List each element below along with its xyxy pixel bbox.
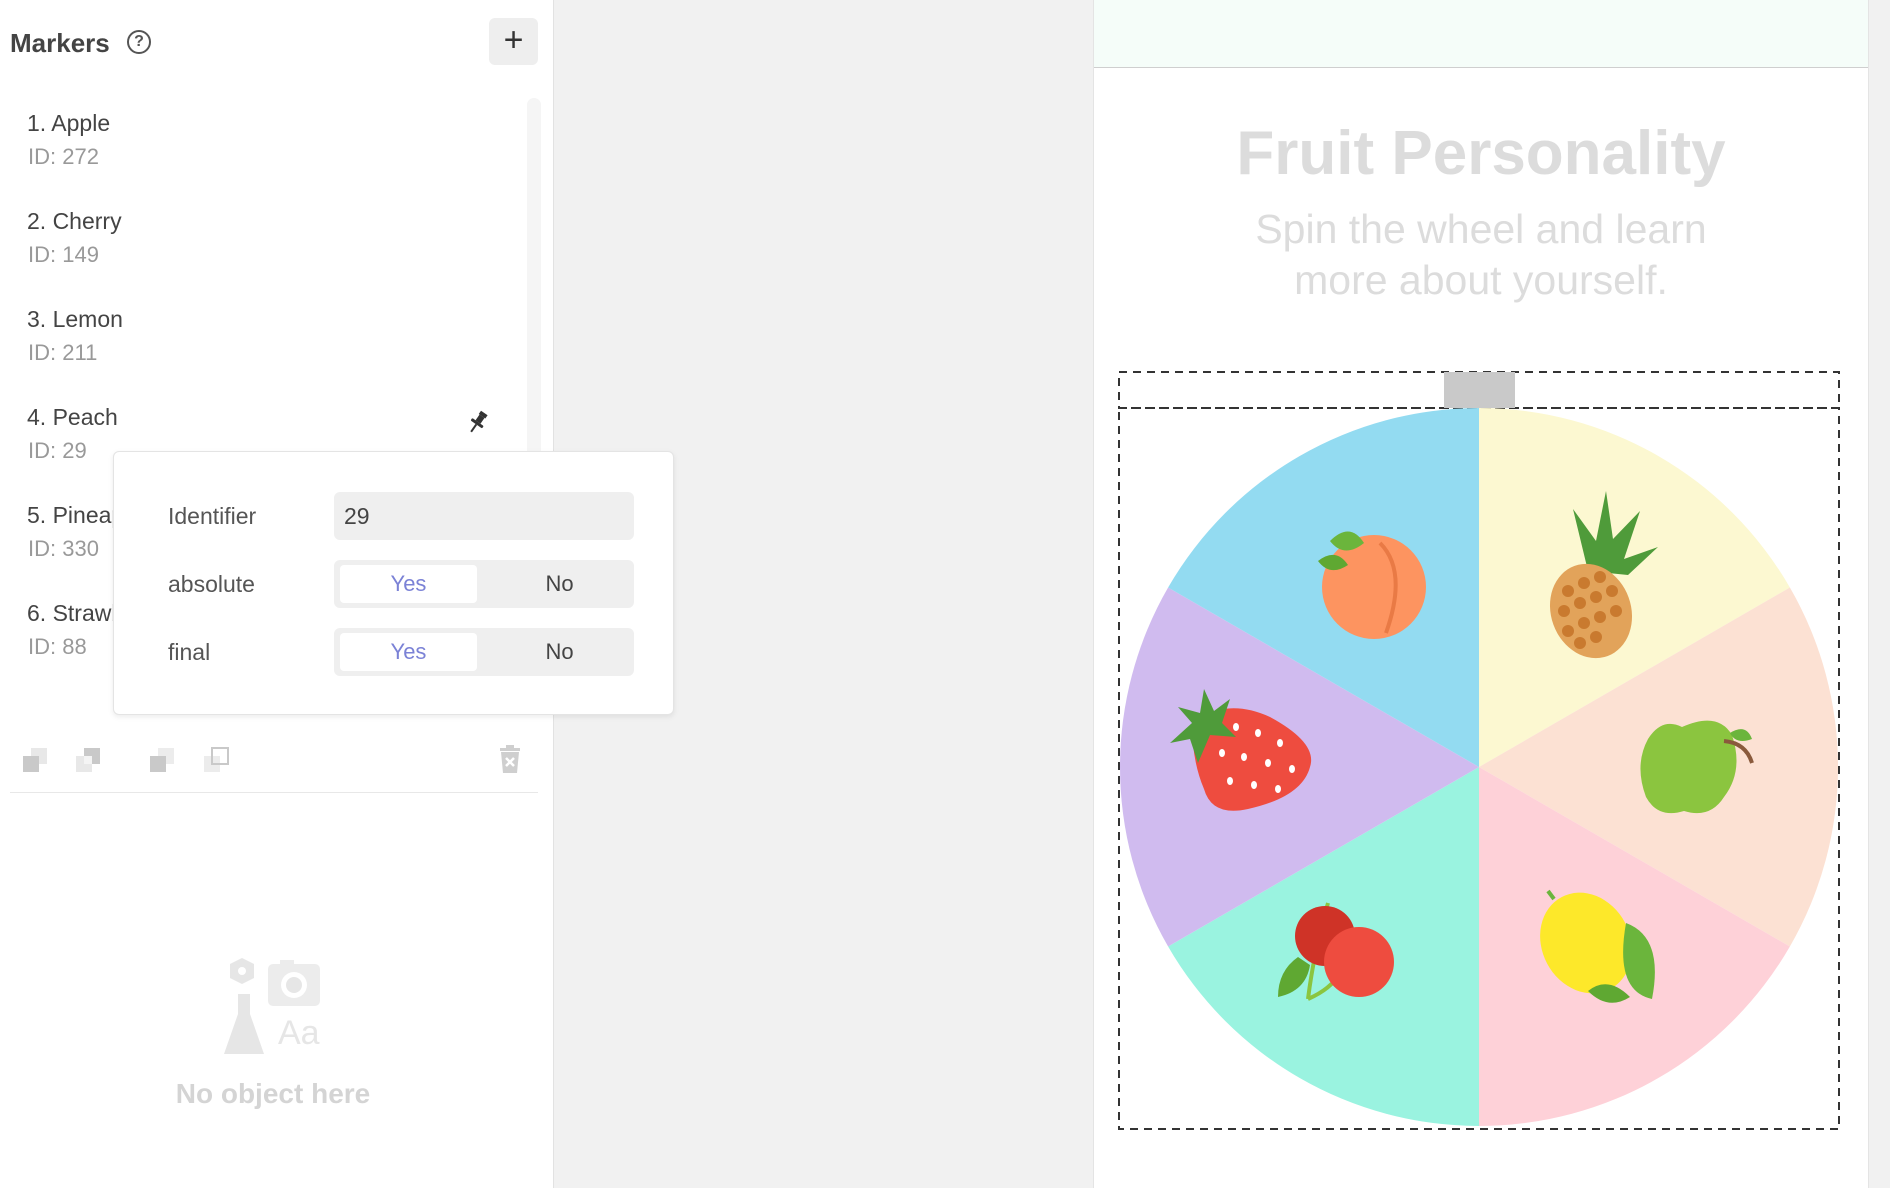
marker-settings-popover: Identifier 29 absolute Yes No final Yes … [113,451,674,715]
layer-toolbar [10,738,538,793]
marker-item-cherry[interactable]: 2. Cherry ID: 149 [0,196,520,294]
panel-title: Markers [10,28,110,58]
marker-name: 2. Cherry [27,208,122,234]
marker-name: 1. Apple [27,110,111,136]
preview-title: Fruit Personality [1236,119,1726,188]
marker-id: ID: 211 [28,340,98,365]
objects-placeholder-icon: Aa [224,958,320,1054]
send-to-back-icon[interactable] [20,742,54,776]
marker-id: ID: 272 [28,144,99,169]
marker-name: 6. Strawb [27,600,125,626]
identifier-label: Identifier [168,503,257,529]
marker-name: 4. Peach [27,404,118,430]
empty-state: Aa No object here [0,950,553,1130]
wheel-pointer[interactable] [1444,372,1515,408]
marker-id: ID: 88 [28,634,87,659]
marker-id: ID: 149 [28,242,99,267]
final-toggle: Yes No [334,628,634,676]
preview-header-bar [1094,0,1868,68]
marker-id: ID: 330 [28,536,99,561]
marker-item-apple[interactable]: 1. Apple ID: 272 [0,98,520,196]
absolute-label: absolute [168,571,255,597]
svg-text:Aa: Aa [278,1014,320,1052]
plus-icon: + [503,21,524,59]
absolute-yes-option[interactable]: Yes [340,565,477,603]
marker-id: ID: 29 [28,438,87,463]
wheel-svg[interactable] [1118,371,1840,1130]
absolute-toggle: Yes No [334,560,634,608]
wheel-frame[interactable] [1118,371,1840,1130]
preview-subtitle: Spin the wheel and learn more about your… [1255,206,1707,303]
send-backward-icon[interactable] [73,742,107,776]
panel-header: Markers ? + [10,18,540,68]
add-marker-button[interactable]: + [489,18,538,65]
marker-item-lemon[interactable]: 3. Lemon ID: 211 [0,294,520,392]
bring-to-front-icon[interactable] [201,742,235,776]
identifier-input[interactable]: 29 [334,492,634,540]
pin-icon[interactable] [464,408,492,436]
marker-name: 3. Lemon [27,306,123,332]
help-icon[interactable]: ? [127,30,151,54]
marker-name: 5. Pineap [27,502,125,528]
empty-state-text: No object here [175,1078,371,1109]
final-no-option[interactable]: No [491,633,628,671]
final-label: final [168,639,211,665]
final-yes-option[interactable]: Yes [340,633,477,671]
absolute-no-option[interactable]: No [491,565,628,603]
bring-forward-icon[interactable] [147,742,181,776]
preview-canvas: Fruit Personality Spin the wheel and lea… [1093,0,1869,1188]
delete-icon[interactable] [493,742,527,776]
